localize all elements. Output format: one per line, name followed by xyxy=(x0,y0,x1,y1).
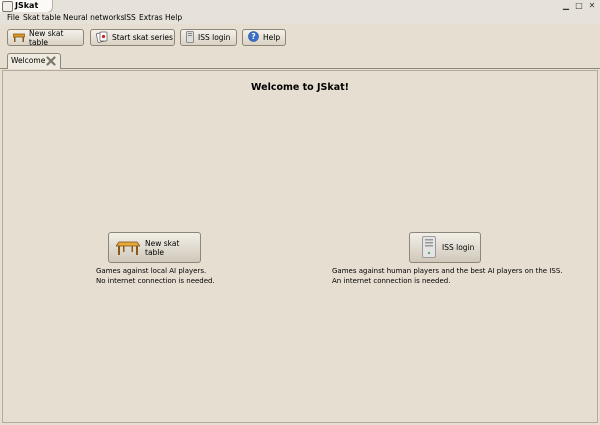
iss-login-button[interactable]: ISS login xyxy=(180,29,237,46)
tab-strip-line xyxy=(0,68,600,69)
start-skat-series-label: Start skat series xyxy=(112,33,173,42)
iss-login-label: ISS login xyxy=(198,33,231,42)
cards-icon xyxy=(96,31,108,45)
table-icon xyxy=(12,32,26,44)
window-title: JSkat xyxy=(15,1,39,10)
tab-close-icon[interactable] xyxy=(46,56,56,66)
new-skat-table-button[interactable]: New skat table xyxy=(7,28,84,47)
local-desc-2: No internet connection is needed. xyxy=(96,277,215,285)
minimize-icon[interactable]: ▁ xyxy=(561,1,571,11)
local-desc-1: Games against local AI players. xyxy=(96,267,207,275)
local-new-skat-table-label: New skat table xyxy=(145,238,180,257)
menu-extras[interactable]: Extras xyxy=(139,12,163,24)
svg-text:?: ? xyxy=(251,32,255,41)
welcome-panel xyxy=(2,70,598,423)
tab-welcome-label: Welcome xyxy=(11,56,46,65)
start-skat-series-button[interactable]: Start skat series xyxy=(90,29,175,46)
menu-file[interactable]: File xyxy=(7,12,20,24)
table-icon xyxy=(115,238,141,258)
menu-iss[interactable]: ISS xyxy=(124,12,136,24)
help-label: Help xyxy=(263,33,281,42)
server-icon xyxy=(422,235,436,260)
menu-skat-table[interactable]: Skat table xyxy=(23,12,61,24)
new-skat-table-label: New skat table xyxy=(29,28,64,47)
iss-desc-1: Games against human players and the best… xyxy=(332,267,563,275)
menu-help[interactable]: Help xyxy=(165,12,182,24)
app-icon xyxy=(2,1,13,12)
local-iss-login-button[interactable]: ISS login xyxy=(409,232,481,263)
page-title: Welcome to JSkat! xyxy=(250,82,349,93)
help-button[interactable]: ? Help xyxy=(242,29,286,46)
local-new-skat-table-button[interactable]: New skat table xyxy=(108,232,201,263)
server-icon xyxy=(186,30,194,45)
menu-neural-networks[interactable]: Neural networks xyxy=(63,12,125,24)
maximize-icon[interactable]: □ xyxy=(574,1,584,11)
close-icon[interactable]: ✕ xyxy=(587,1,597,11)
local-iss-login-label: ISS login xyxy=(442,243,475,252)
iss-desc-2: An internet connection is needed. xyxy=(332,277,451,285)
help-icon: ? xyxy=(248,31,259,44)
